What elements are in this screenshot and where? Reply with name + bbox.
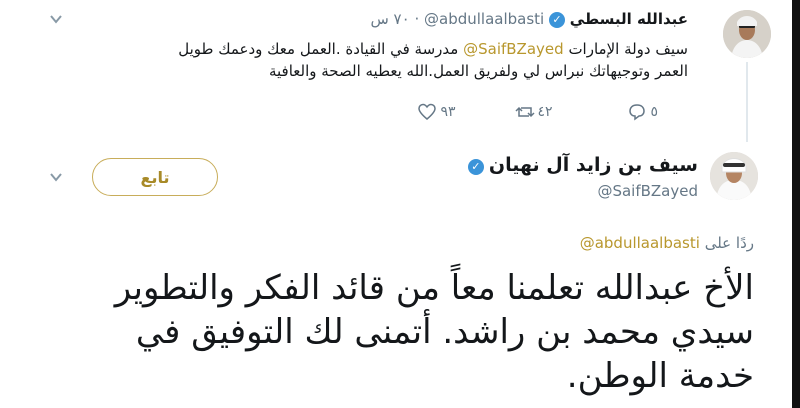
avatar[interactable] bbox=[710, 152, 758, 200]
tweet-text-line: سيدي محمد بن راشد. أتمنى لك التوفيق في bbox=[135, 312, 754, 352]
mention-link[interactable]: @SaifBZayed bbox=[463, 40, 564, 58]
avatar[interactable] bbox=[723, 10, 771, 58]
author-name[interactable]: عبدالله البسطي bbox=[570, 10, 688, 28]
reply-context: ردًا على @abdullaalbasti bbox=[580, 234, 754, 252]
main-tweet-text: الأخ عبدالله تعلمنا معاً من قائد الفكر و… bbox=[34, 266, 754, 398]
reply-icon bbox=[628, 103, 646, 121]
dot-separator: · bbox=[414, 10, 420, 28]
verified-icon: ✓ bbox=[467, 158, 484, 175]
reply-tweet-line1: سيف دولة الإمارات @SaifBZayed مدرسة في ا… bbox=[68, 38, 688, 60]
chevron-down-icon[interactable] bbox=[50, 172, 62, 184]
reply-count: ٥ bbox=[650, 104, 658, 120]
tweet-text-prefix: سيف دولة الإمارات bbox=[568, 40, 688, 58]
retweet-count: ٤٢ bbox=[537, 104, 553, 120]
author-name[interactable]: سيف بن زايد آل نهيان bbox=[489, 154, 698, 176]
like-count: ٩٣ bbox=[440, 104, 456, 120]
author-handle[interactable]: @SaifBZayed bbox=[597, 182, 698, 200]
reply-to-link[interactable]: @abdullaalbasti bbox=[580, 234, 700, 252]
reply-tweet-header: عبدالله البسطي ✓ @abdullaalbasti · ٧٠ س bbox=[288, 10, 688, 32]
retweet-icon bbox=[515, 103, 535, 121]
tweet-text-suffix: مدرسة في القيادة .العمل معك ودعمك طويل bbox=[178, 40, 459, 58]
chevron-down-icon[interactable] bbox=[50, 14, 62, 26]
retweet-action[interactable]: ٤٢ bbox=[515, 103, 553, 121]
tweet-time[interactable]: ٧٠ س bbox=[370, 10, 409, 28]
reply-tweet-line2: العمر وتوجيهاتك نبراس لي ولفريق العمل.ال… bbox=[268, 62, 688, 80]
main-tweet-author: سيف بن زايد آل نهيان ✓ bbox=[298, 154, 698, 176]
verified-icon: ✓ bbox=[549, 11, 566, 28]
like-icon bbox=[418, 103, 436, 121]
reply-tweet-body: سيف دولة الإمارات @SaifBZayed مدرسة في ا… bbox=[68, 38, 688, 82]
reply-tweet[interactable]: عبدالله البسطي ✓ @abdullaalbasti · ٧٠ س … bbox=[0, 0, 792, 130]
reply-to-label: ردًا على bbox=[704, 234, 754, 252]
tweet-text-line: الأخ عبدالله تعلمنا معاً من قائد الفكر و… bbox=[114, 268, 754, 308]
window-edge bbox=[792, 0, 800, 408]
thread-line bbox=[746, 62, 748, 142]
tweet-text-line: خدمة الوطن. bbox=[566, 356, 754, 396]
follow-button[interactable]: تابع bbox=[92, 158, 218, 196]
author-handle[interactable]: @abdullaalbasti bbox=[424, 10, 544, 28]
like-action[interactable]: ٩٣ bbox=[418, 103, 456, 121]
reply-action[interactable]: ٥ bbox=[628, 103, 658, 121]
